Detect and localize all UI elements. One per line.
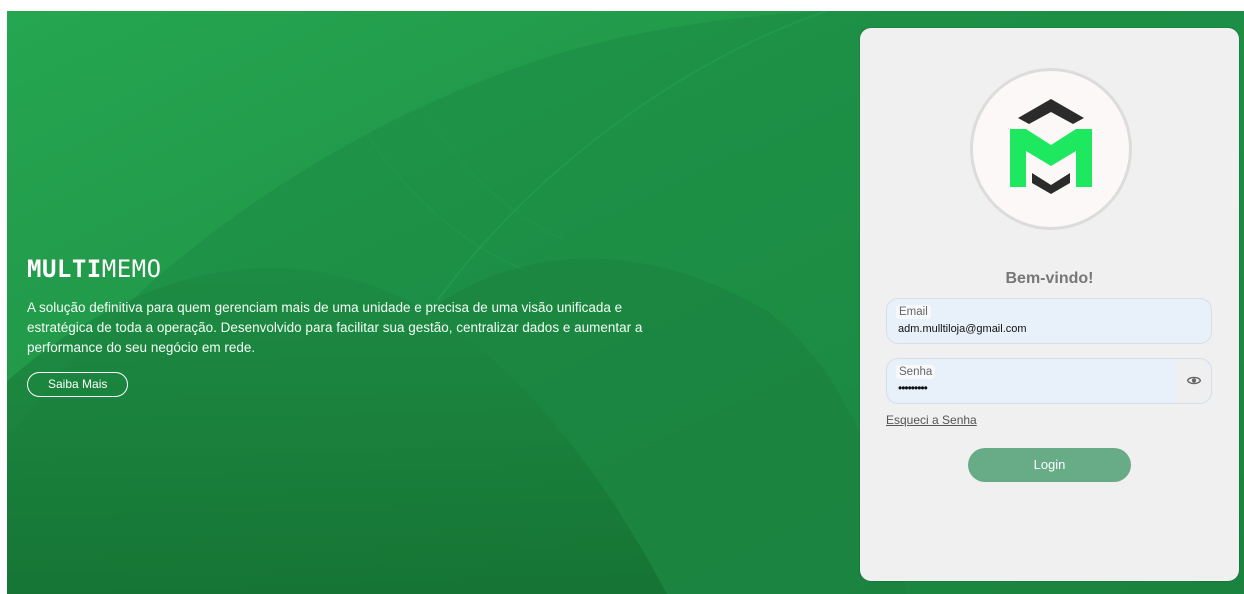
eye-icon[interactable] <box>1187 375 1201 386</box>
hero-tagline: A solução definitiva para quem gerenciam… <box>27 300 643 355</box>
hero-section: MULTIMEMO A solução definitiva para quem… <box>27 254 647 397</box>
password-label: Senha <box>896 365 936 379</box>
login-card: Bem-vindo! Email adm.mulltiloja@gmail.co… <box>860 28 1239 581</box>
learn-more-button[interactable]: Saiba Mais <box>27 372 129 397</box>
forgot-password-link[interactable]: Esqueci a Senha <box>886 413 977 427</box>
login-button[interactable]: Login <box>968 448 1131 482</box>
email-label: Email <box>896 305 931 319</box>
password-field[interactable]: Senha ••••••••• <box>886 358 1212 404</box>
logo-badge <box>970 68 1132 230</box>
password-value[interactable]: ••••••••• <box>898 381 928 395</box>
email-value[interactable]: adm.mulltiloja@gmail.com <box>898 323 1027 335</box>
brand-title-bold: MULTI <box>27 255 102 283</box>
password-visibility-toggle[interactable] <box>1177 359 1211 403</box>
brand-title-light: MEMO <box>101 255 162 283</box>
brand-title: MULTIMEMO <box>27 254 647 284</box>
email-field[interactable]: Email adm.mulltiloja@gmail.com <box>886 298 1212 344</box>
welcome-heading: Bem-vindo! <box>1005 270 1094 287</box>
multimemo-logo-icon <box>1010 99 1092 194</box>
hero-background: MULTIMEMO A solução definitiva para quem… <box>7 11 1244 594</box>
